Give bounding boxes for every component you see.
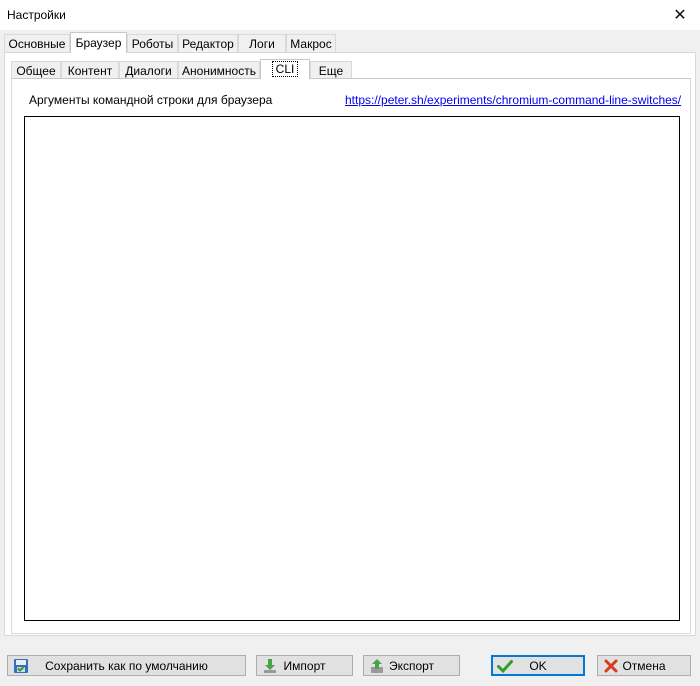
save-default-label: Сохранить как по умолчанию xyxy=(45,658,208,673)
tab-eshche[interactable]: Еще xyxy=(310,61,352,79)
tab-kontent[interactable]: Контент xyxy=(61,61,119,79)
checkmark-icon xyxy=(497,660,513,674)
tab-anonimnost[interactable]: Анонимность xyxy=(178,61,260,79)
close-icon[interactable]: ✕ xyxy=(660,0,700,30)
tab-logi[interactable]: Логи xyxy=(238,34,286,52)
cancel-x-icon xyxy=(604,659,618,673)
save-icon xyxy=(14,659,28,673)
cli-args-textarea[interactable] xyxy=(24,116,680,621)
cancel-button[interactable]: Отмена xyxy=(597,655,691,676)
export-icon xyxy=(371,659,383,673)
save-default-button[interactable]: Сохранить как по умолчанию xyxy=(7,655,246,676)
tab-osnovnye[interactable]: Основные xyxy=(4,34,70,52)
browser-settings-panel: Общее Контент Диалоги Анонимность CLI Ещ… xyxy=(4,52,696,636)
title-bar: Настройки ✕ xyxy=(0,0,700,30)
import-button[interactable]: Импорт xyxy=(256,655,353,676)
tab-roboty[interactable]: Роботы xyxy=(127,34,178,52)
cli-panel: Аргументы командной строки для браузера … xyxy=(11,78,691,634)
tab-makros[interactable]: Макрос xyxy=(286,34,336,52)
tab-redaktor[interactable]: Редактор xyxy=(178,34,238,52)
cli-switches-link[interactable]: https://peter.sh/experiments/chromium-co… xyxy=(345,93,681,107)
tab-obshchee[interactable]: Общее xyxy=(11,61,61,79)
import-icon xyxy=(264,659,276,673)
tab-brauzer[interactable]: Браузер xyxy=(70,32,127,53)
tab-cli[interactable]: CLI xyxy=(260,59,310,79)
window-title: Настройки xyxy=(7,8,66,22)
ok-button[interactable]: OK xyxy=(491,655,585,676)
export-button[interactable]: Экспорт xyxy=(363,655,460,676)
cli-args-label: Аргументы командной строки для браузера xyxy=(29,93,273,107)
tab-dialogi[interactable]: Диалоги xyxy=(119,61,178,79)
tab-cli-label: CLI xyxy=(271,61,299,77)
